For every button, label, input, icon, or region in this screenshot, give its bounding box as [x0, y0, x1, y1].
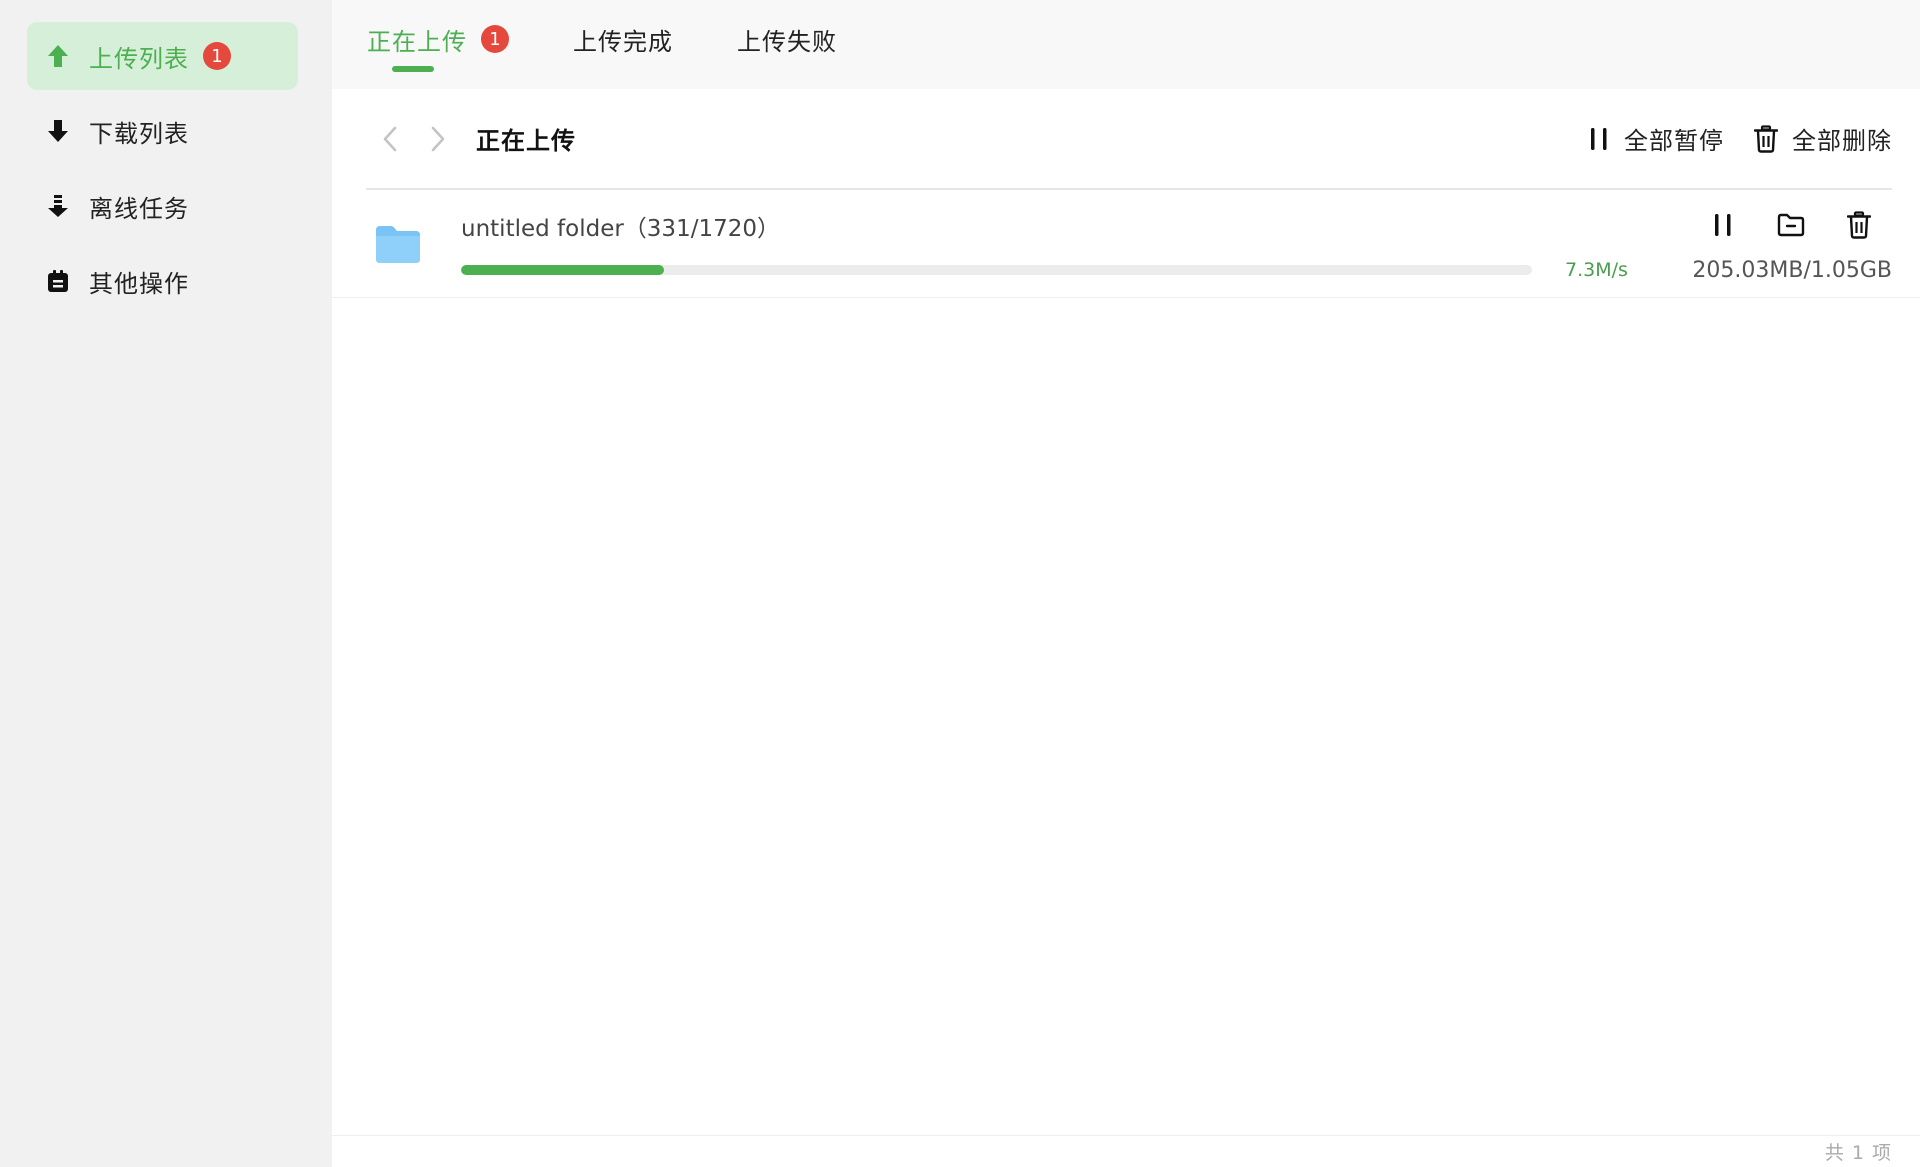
delete-all-label: 全部删除 [1792, 127, 1892, 155]
main-panel: 正在上传 1 上传完成 上传失败 正在上传 全部暂停 全部删除 untitled… [332, 0, 1920, 1167]
pause-all-button[interactable]: 全部暂停 [1588, 121, 1724, 156]
tab-upload-complete[interactable]: 上传完成 [573, 0, 673, 78]
sidebar-item-upload-list[interactable]: 上传列表 1 [27, 22, 298, 90]
item-count: 共 1 项 [1824, 1142, 1892, 1164]
sidebar-item-label: 离线任务 [89, 194, 189, 223]
chevron-right-icon [431, 126, 445, 151]
pause-upload-button[interactable] [1702, 204, 1744, 246]
upload-row[interactable]: untitled folder（331/1720） 7.3M/s 205.03M… [332, 190, 1920, 298]
sidebar: 上传列表 1 下载列表 离线任务 其他操作 [0, 0, 332, 1167]
progress-bar-fill [461, 264, 665, 275]
open-folder-button[interactable] [1770, 204, 1812, 246]
clipboard-icon [45, 268, 71, 294]
tab-count-badge: 1 [481, 25, 509, 53]
tab-label: 上传失败 [737, 27, 837, 56]
tab-label: 正在上传 [367, 27, 467, 56]
back-button[interactable] [366, 115, 414, 163]
upload-row-body: untitled folder（331/1720） 7.3M/s [461, 207, 1702, 281]
trash-icon [1754, 124, 1778, 153]
sidebar-item-download-list[interactable]: 下载列表 [27, 97, 298, 165]
sidebar-item-label: 上传列表 [89, 44, 189, 73]
status-footer: 共 1 项 [332, 1135, 1920, 1167]
open-folder-icon [1777, 213, 1805, 237]
upload-item-name: untitled folder（331/1720） [461, 215, 780, 242]
delete-upload-button[interactable] [1838, 204, 1880, 246]
row-actions [1702, 204, 1880, 246]
offline-download-icon [45, 193, 71, 219]
download-arrow-icon [45, 118, 71, 144]
pause-icon [1591, 127, 1607, 150]
progress-line: 7.3M/s [461, 259, 1702, 281]
upload-row-right: 205.03MB/1.05GB [1692, 204, 1892, 283]
upload-speed: 7.3M/s [1565, 258, 1628, 281]
trash-icon [1847, 211, 1871, 239]
tab-uploading[interactable]: 正在上传 1 [367, 0, 509, 78]
active-tab-indicator [392, 66, 434, 72]
upload-size: 205.03MB/1.05GB [1692, 258, 1892, 283]
sidebar-item-label: 下载列表 [89, 119, 189, 148]
page-title: 正在上传 [476, 127, 576, 155]
pause-icon [1715, 214, 1731, 236]
tab-bar: 正在上传 1 上传完成 上传失败 [332, 0, 1920, 89]
tab-upload-failed[interactable]: 上传失败 [737, 0, 837, 78]
folder-icon [376, 225, 420, 263]
sidebar-item-offline-tasks[interactable]: 离线任务 [27, 172, 298, 240]
app-window: 上传列表 1 下载列表 离线任务 其他操作 正在上传 1 上传完成 上传失败 正… [0, 0, 1920, 1167]
tab-label: 上传完成 [573, 27, 673, 56]
delete-all-button[interactable]: 全部删除 [1754, 121, 1892, 156]
pause-all-label: 全部暂停 [1624, 127, 1724, 155]
sidebar-count-badge: 1 [203, 42, 231, 70]
sidebar-item-label: 其他操作 [89, 269, 189, 298]
progress-bar [461, 264, 1532, 275]
forward-button[interactable] [414, 115, 462, 163]
toolbar: 正在上传 全部暂停 全部删除 [366, 89, 1892, 190]
upload-arrow-icon [45, 43, 71, 69]
sidebar-item-other-actions[interactable]: 其他操作 [27, 247, 298, 315]
chevron-left-icon [383, 126, 397, 151]
upload-list-panel: 正在上传 全部暂停 全部删除 untitled folder（331/1720）… [332, 89, 1920, 1167]
